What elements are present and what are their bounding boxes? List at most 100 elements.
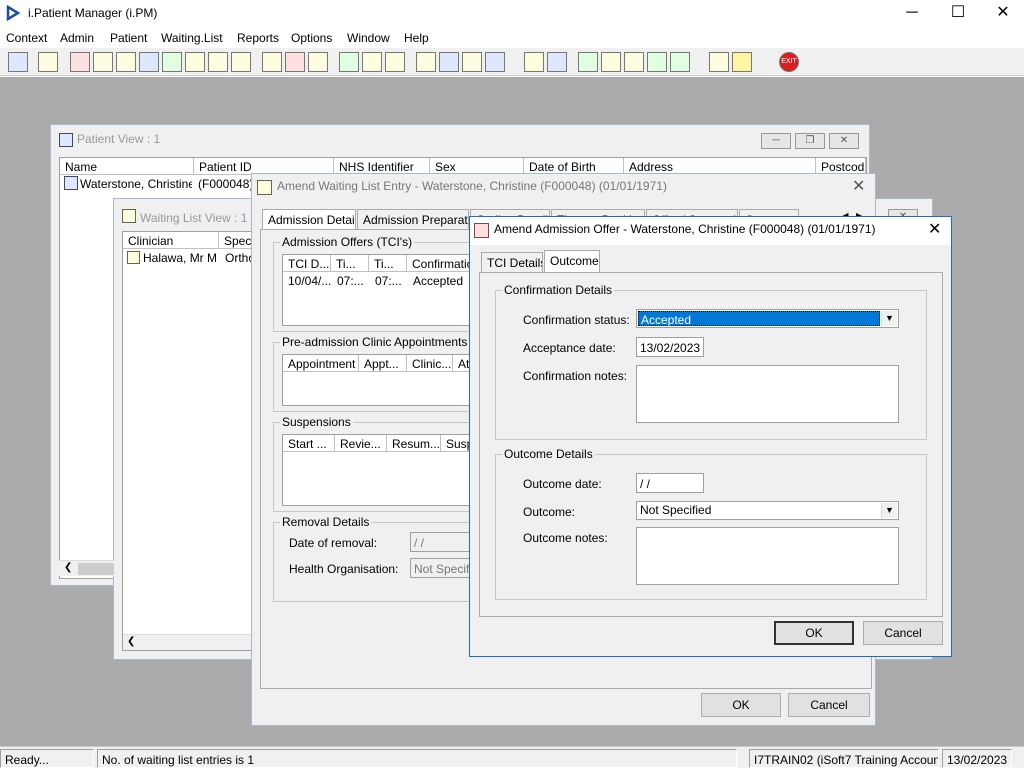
amend-admission-offer-dialog: Amend Admission Offer - Waterstone, Chri… [469,216,952,657]
notes-icon[interactable] [93,52,113,72]
column-header-review[interactable]: Revie... [335,435,387,452]
exit-icon[interactable]: EXIT [779,52,799,72]
confirmation-status-select[interactable]: Accepted ▼ [636,309,899,328]
suspensions-list[interactable]: Start ... Revie... Resum... Susp [282,434,473,506]
close-button[interactable]: ✕ [829,133,859,149]
offer-icon [474,223,489,238]
patient-id-cell[interactable]: (F000048) [198,177,253,191]
column-header-clinician[interactable]: Clinician [123,232,219,249]
ok-button[interactable]: OK [701,693,781,717]
tab-tci-details[interactable]: TCI Details [481,252,543,272]
preadmission-list[interactable]: Appointment Appt... Clinic... At [282,354,473,406]
close-button[interactable]: ✕ [928,219,941,239]
list-icon[interactable] [185,52,205,72]
clock-icon[interactable] [285,52,305,72]
menu-help[interactable]: Help [404,31,429,45]
acceptance-date-field[interactable]: 13/02/2023 [636,337,704,357]
minimize-button[interactable]: ─ [889,0,935,28]
cancel-button[interactable]: Cancel [788,693,870,717]
menu-window[interactable]: Window [347,31,390,45]
message-icon[interactable] [601,52,621,72]
discharge-icon[interactable] [485,52,505,72]
menu-waiting-list[interactable]: Waiting.List [161,31,223,45]
tab-admission-preparation[interactable]: Admission Preparation [357,209,469,229]
outcome-details-group: Outcome Details Outcome date: / / Outcom… [495,447,927,600]
waiting-list-icon[interactable] [416,52,436,72]
transfer-icon[interactable] [231,52,251,72]
outcome-select[interactable]: Not Specified ▼ [636,501,899,520]
chevron-down-icon[interactable]: ▼ [881,503,897,518]
bed-icon[interactable] [208,52,228,72]
column-header-tci-date[interactable]: TCI D... [283,255,331,272]
health-organisation-field[interactable]: Not Specifie [410,558,474,578]
tci-date-cell[interactable]: 10/04/... [288,274,331,288]
date-of-removal-field[interactable]: / / [410,532,474,552]
tab-outcome[interactable]: Outcome [544,250,600,272]
export-icon[interactable] [670,52,690,72]
confirmation-details-label: Confirmation Details [502,283,615,297]
column-header-confirmation[interactable]: Confirmation [407,255,473,272]
column-header-time-2[interactable]: Ti... [369,255,407,272]
horizontal-scrollbar[interactable]: ❮ [58,560,114,576]
dial-icon[interactable] [385,52,405,72]
menu-admin[interactable]: Admin [60,31,94,45]
minimize-button[interactable]: ─ [761,133,791,149]
edit-icon[interactable] [262,52,282,72]
menu-context[interactable]: Context [6,31,47,45]
patient-name-cell[interactable]: Waterstone, Christine... [80,177,192,191]
waiting-list-icon [122,209,136,223]
check-icon[interactable] [624,52,644,72]
review-icon[interactable] [439,52,459,72]
letter-icon[interactable] [362,52,382,72]
waiting-list[interactable]: Clinician Speci Halawa, Mr M Ortho ❮ [122,231,262,651]
chevron-down-icon[interactable]: ▼ [881,311,897,326]
date-of-removal-label: Date of removal: [289,536,378,550]
outcome-date-field[interactable]: / / [636,473,704,493]
patient-icon[interactable] [8,52,28,72]
ok-button[interactable]: OK [774,621,854,645]
time-cell-2[interactable]: 07:... [375,274,402,288]
outcome-notes-field[interactable] [636,527,899,585]
m-icon[interactable] [139,52,159,72]
form-icon[interactable] [116,52,136,72]
column-header-name[interactable]: Name [60,158,194,175]
cancel-button[interactable]: Cancel [863,621,943,645]
globe-icon[interactable] [578,52,598,72]
column-header-clinic[interactable]: Clinic... [407,355,453,372]
admission-offers-list[interactable]: TCI D... Ti... Ti... Confirmation 10/04/… [282,254,473,326]
confirmation-cell[interactable]: Accepted [413,274,463,288]
acceptance-date-label: Acceptance date: [523,341,616,355]
maximize-button[interactable]: ☐ [935,0,981,28]
import-icon[interactable] [647,52,667,72]
restore-button[interactable]: ❐ [795,133,825,149]
close-button[interactable]: ✕ [980,0,1024,28]
menu-patient[interactable]: Patient [110,31,147,45]
preadmission-label: Pre-admission Clinic Appointments [280,335,470,349]
clinician-cell[interactable]: Halawa, Mr M [143,251,217,265]
tab-admission-details[interactable]: Admission Details [262,209,356,231]
menu-options[interactable]: Options [291,31,332,45]
document-icon[interactable] [524,52,544,72]
menu-reports[interactable]: Reports [237,31,279,45]
bar-chart-icon[interactable] [547,52,567,72]
outcome-details-label: Outcome Details [502,447,595,461]
horizontal-scrollbar[interactable]: ❮ [123,634,261,650]
time-cell[interactable]: 07:... [337,274,364,288]
column-header-appt[interactable]: Appt... [359,355,407,372]
column-header-start[interactable]: Start ... [283,435,335,452]
admit-icon[interactable] [462,52,482,72]
close-button[interactable]: ✕ [852,176,865,196]
swap-icon[interactable] [709,52,729,72]
doctor-icon[interactable] [162,52,182,72]
amend-admission-offer-title-bar: Amend Admission Offer - Waterstone, Chri… [470,217,951,245]
printer-icon[interactable] [38,52,58,72]
column-header-time[interactable]: Ti... [331,255,369,272]
warning-icon[interactable] [732,52,752,72]
book-icon[interactable] [70,52,90,72]
monitor-icon[interactable] [308,52,328,72]
column-header-appointment[interactable]: Appointment [283,355,359,372]
column-header-resume[interactable]: Resum... [387,435,441,452]
confirmation-notes-field[interactable] [636,365,899,423]
chart-icon[interactable] [339,52,359,72]
app-title: i.Patient Manager (i.PM) [28,6,158,20]
